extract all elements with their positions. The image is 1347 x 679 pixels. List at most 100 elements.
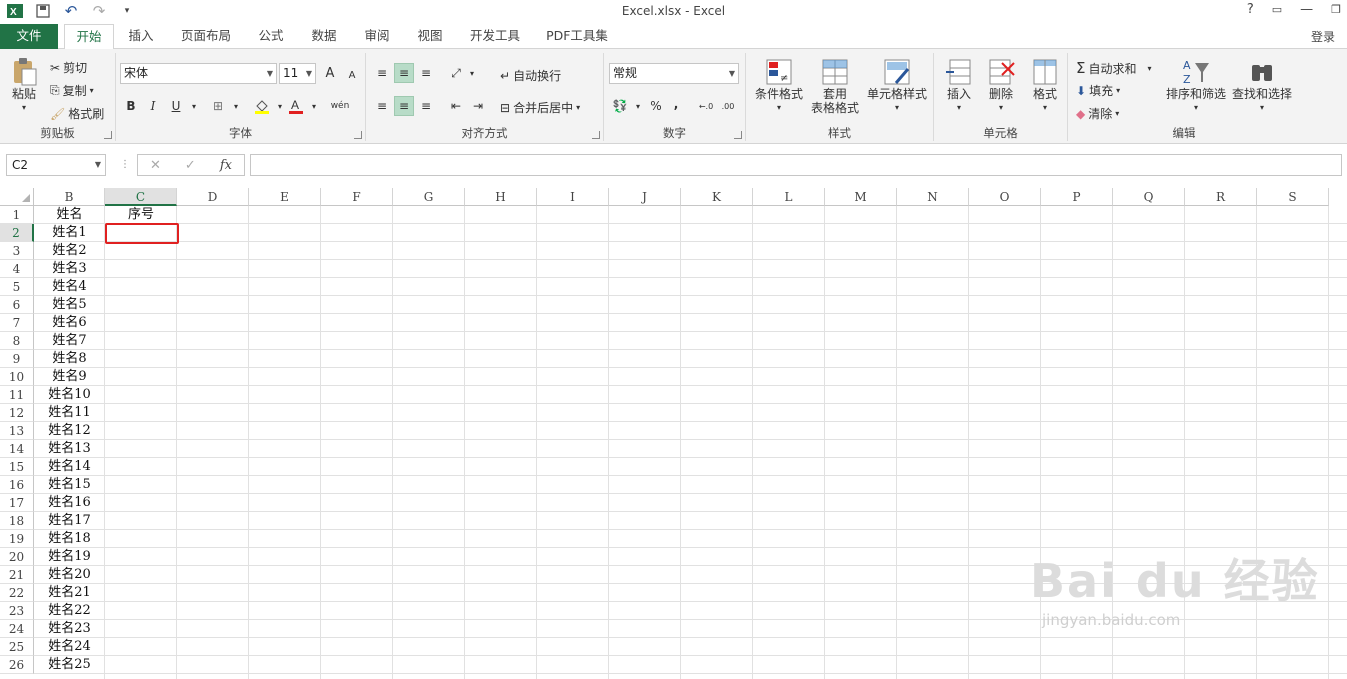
row-header[interactable]: 23 [0,602,34,620]
orientation-dropdown-icon[interactable]: ▾ [462,63,482,83]
column-header-c[interactable]: C [105,188,177,206]
row-header[interactable]: 2 [0,224,34,242]
column-header-o[interactable]: O [969,188,1041,206]
row-header[interactable]: 6 [0,296,34,314]
cell-b26[interactable]: 姓名25 [34,656,105,674]
comma-style-button[interactable]: , [666,94,686,114]
cell-c20[interactable] [105,548,177,566]
cell-b7[interactable]: 姓名6 [34,314,105,332]
column-header-g[interactable]: G [393,188,465,206]
column-header-j[interactable]: J [609,188,681,206]
cell-b1[interactable]: 姓名 [34,206,105,224]
column-header-n[interactable]: N [897,188,969,206]
cell-b5[interactable]: 姓名4 [34,278,105,296]
row-header[interactable]: 12 [0,404,34,422]
restore-button[interactable]: ❐ [1331,3,1341,16]
align-right-icon[interactable]: ≡ [416,96,436,116]
cell-b2[interactable]: 姓名1 [34,224,105,242]
enter-icon[interactable]: ✓ [185,158,196,173]
cell-c8[interactable] [105,332,177,350]
cell-c1[interactable]: 序号 [105,206,177,224]
cell-c11[interactable] [105,386,177,404]
row-header[interactable]: 21 [0,566,34,584]
fill-button[interactable]: ⬇ 填充 ▾ [1076,82,1120,99]
merge-center-button[interactable]: ⊟ 合并后居中 ▾ [500,99,580,116]
tab-file[interactable]: 文件 [0,24,58,49]
column-header-s[interactable]: S [1257,188,1329,206]
increase-decimal-icon[interactable]: ←.0 [696,96,716,116]
cell-b19[interactable]: 姓名18 [34,530,105,548]
align-left-icon[interactable]: ≡ [372,96,392,116]
decrease-decimal-icon[interactable]: .00 [718,96,738,116]
column-header-f[interactable]: F [321,188,393,206]
cell-c18[interactable] [105,512,177,530]
cell-b15[interactable]: 姓名14 [34,458,105,476]
cell-b23[interactable]: 姓名22 [34,602,105,620]
align-top-icon[interactable]: ≡ [372,63,392,83]
row-header[interactable]: 1 [0,206,34,224]
cell-c3[interactable] [105,242,177,260]
align-center-icon[interactable]: ≡ [394,96,414,116]
row-header[interactable]: 18 [0,512,34,530]
tab-formulas[interactable]: 公式 [250,24,292,49]
cell-c22[interactable] [105,584,177,602]
grow-font-button[interactable]: A [320,63,340,83]
insert-cells-button[interactable]: 插入 ▾ [940,57,978,115]
minimize-button[interactable]: — [1300,2,1313,17]
row-header[interactable]: 4 [0,260,34,278]
cell-b13[interactable]: 姓名12 [34,422,105,440]
row-header[interactable]: 20 [0,548,34,566]
cell-c24[interactable] [105,620,177,638]
format-cells-button[interactable]: 格式 ▾ [1026,57,1064,115]
number-launcher-icon[interactable] [734,131,742,139]
cell-c26[interactable] [105,656,177,674]
row-header[interactable]: 5 [0,278,34,296]
decrease-indent-icon[interactable]: ⇤ [446,96,466,116]
cell-c19[interactable] [105,530,177,548]
column-header-d[interactable]: D [177,188,249,206]
shrink-font-button[interactable]: A [342,65,362,85]
cell-b17[interactable]: 姓名16 [34,494,105,512]
row-header[interactable]: 19 [0,530,34,548]
increase-indent-icon[interactable]: ⇥ [468,96,488,116]
format-as-table-button[interactable]: 套用 表格格式 [806,57,864,115]
cell-c4[interactable] [105,260,177,278]
row-header[interactable]: 14 [0,440,34,458]
row-header[interactable]: 24 [0,620,34,638]
column-header-m[interactable]: M [825,188,897,206]
wrap-text-button[interactable]: ↵ 自动换行 [500,67,561,84]
align-bottom-icon[interactable]: ≡ [416,63,436,83]
alignment-launcher-icon[interactable] [592,131,600,139]
row-header[interactable]: 9 [0,350,34,368]
cell-b14[interactable]: 姓名13 [34,440,105,458]
tab-view[interactable]: 视图 [409,24,451,49]
cell-b16[interactable]: 姓名15 [34,476,105,494]
column-header-h[interactable]: H [465,188,537,206]
row-header[interactable]: 13 [0,422,34,440]
tab-developer[interactable]: 开发工具 [463,24,527,49]
name-box[interactable]: C2 ▼ [6,154,106,176]
cell-c13[interactable] [105,422,177,440]
select-all-button[interactable] [0,188,34,206]
bold-button[interactable]: B [121,96,141,116]
borders-icon[interactable]: ⊞ [208,96,228,116]
accounting-format-icon[interactable]: 💱 [610,96,630,116]
sort-filter-button[interactable]: AZ 排序和筛选 ▾ [1164,57,1228,115]
clipboard-launcher-icon[interactable] [104,131,112,139]
ribbon-display-icon[interactable]: ▭ [1272,3,1282,16]
cell-b10[interactable]: 姓名9 [34,368,105,386]
formula-bar-splitter-icon[interactable]: ⋮ [120,159,130,170]
cell-c16[interactable] [105,476,177,494]
cell-b24[interactable]: 姓名23 [34,620,105,638]
cell-b20[interactable]: 姓名19 [34,548,105,566]
cell-c10[interactable] [105,368,177,386]
tab-review[interactable]: 审阅 [356,24,398,49]
column-header-e[interactable]: E [249,188,321,206]
cell-b9[interactable]: 姓名8 [34,350,105,368]
insert-function-icon[interactable]: fx [220,158,232,173]
row-header[interactable]: 7 [0,314,34,332]
italic-button[interactable]: I [143,96,163,116]
column-header-l[interactable]: L [753,188,825,206]
format-painter-button[interactable]: 🖌 格式刷 [50,105,104,122]
column-header-k[interactable]: K [681,188,753,206]
